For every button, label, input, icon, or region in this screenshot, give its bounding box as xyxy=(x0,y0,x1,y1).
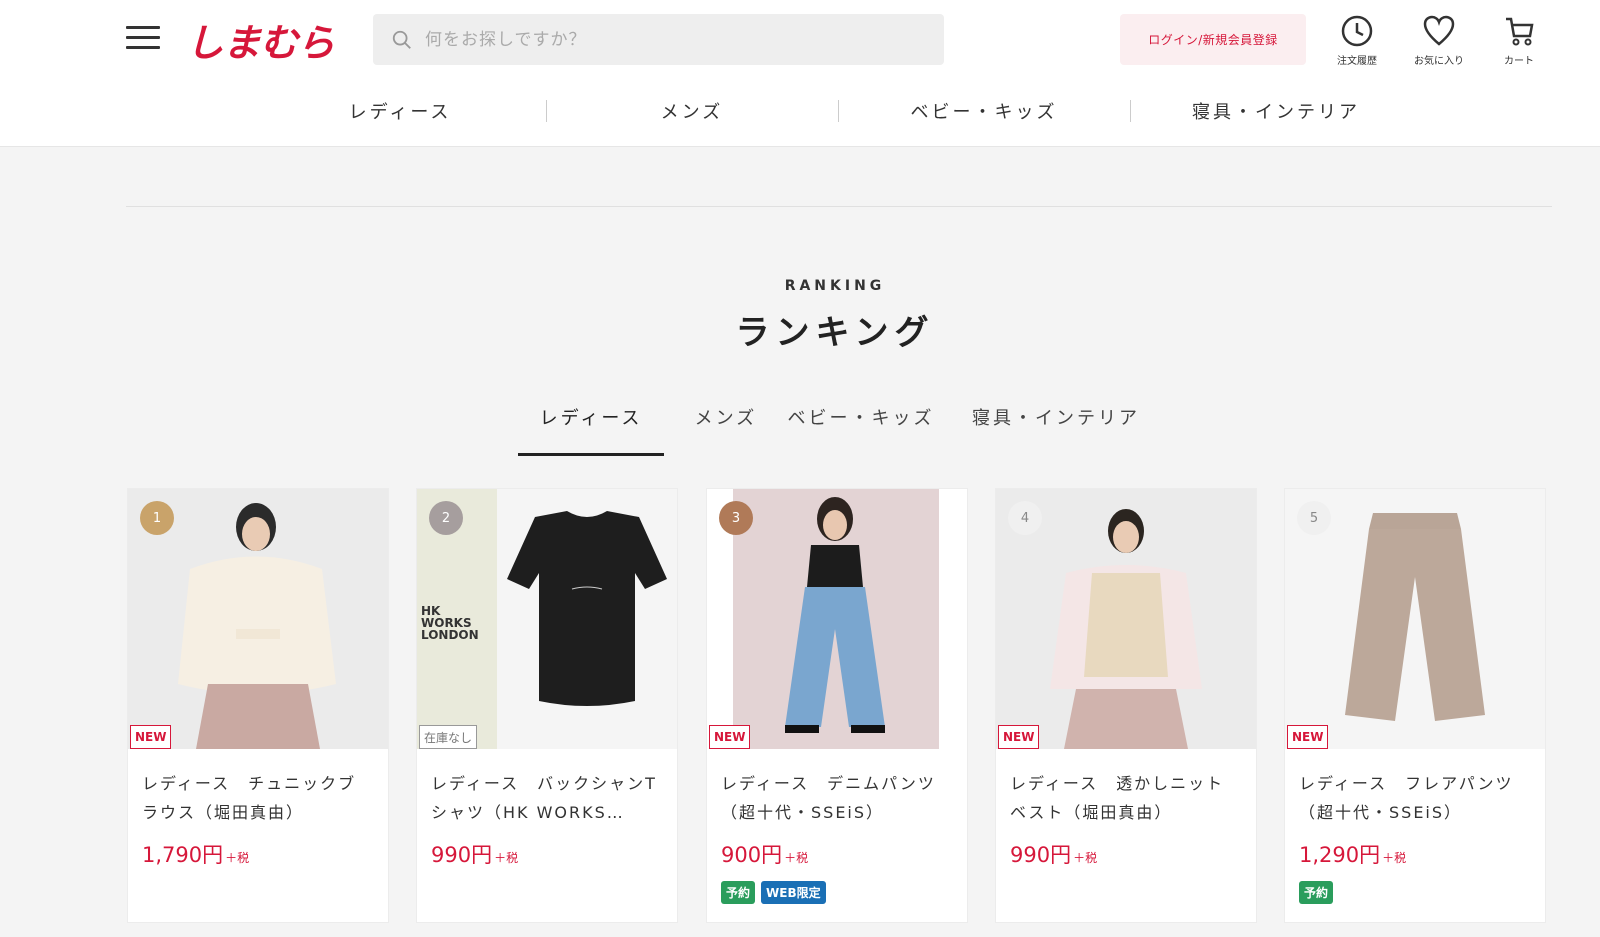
tab-baby-kids[interactable]: ベビー・キッズ xyxy=(786,398,936,456)
search-bar[interactable] xyxy=(373,14,944,65)
product-name[interactable]: レディース チュニックブラウス（堀田真由） xyxy=(142,769,374,827)
product-image[interactable]: 4 NEW xyxy=(996,489,1256,749)
product-name[interactable]: レディース フレアパンツ（超十代・SSEiS） xyxy=(1299,769,1531,827)
site-header: しまむら ログイン/新規会員登録 注文履歴 お気に入り カート レディース メン… xyxy=(0,0,1600,147)
price-tax: ＋税 xyxy=(784,851,809,865)
product-price: 990円 ＋税 xyxy=(431,839,663,869)
product-image[interactable]: 3 NEW xyxy=(707,489,967,749)
product-name[interactable]: レディース バックシャンTシャツ（HK WORKS… xyxy=(431,769,663,827)
new-tag: NEW xyxy=(130,725,172,749)
product-labels: 予約 WEB限定 xyxy=(721,881,953,904)
brand-text: HK WORKS LONDON xyxy=(421,604,479,642)
rank-badge: 5 xyxy=(1297,501,1331,535)
ranking-tabs: レディース メンズ ベビー・キッズ 寝具・インテリア xyxy=(0,398,1600,458)
gnav-ladies[interactable]: レディース xyxy=(254,90,546,132)
gnav-baby-kids[interactable]: ベビー・キッズ xyxy=(838,90,1130,132)
rank-badge: 4 xyxy=(1008,501,1042,535)
rank-badge: 3 xyxy=(719,501,753,535)
product-price: 1,790円 ＋税 xyxy=(142,839,374,869)
product-name[interactable]: レディース デニムパンツ（超十代・SSEiS） xyxy=(721,769,953,827)
tab-bedding-interior[interactable]: 寝具・インテリア xyxy=(966,398,1146,456)
new-tag: NEW xyxy=(709,725,751,749)
history-icon xyxy=(1341,15,1373,47)
cart-label: カート xyxy=(1504,56,1534,67)
out-of-stock-tag: 在庫なし xyxy=(419,725,478,749)
web-only-label: WEB限定 xyxy=(761,881,826,904)
cart-icon xyxy=(1506,17,1534,46)
price-value: 1,790円 xyxy=(142,843,224,867)
product-price: 990円 ＋税 xyxy=(1010,839,1242,869)
ranking-eyebrow: RANKING xyxy=(784,278,886,294)
order-history-button[interactable]: 注文履歴 xyxy=(1322,14,1392,67)
search-input[interactable] xyxy=(425,29,905,50)
product-name[interactable]: レディース 透かしニットベスト（堀田真由） xyxy=(1010,769,1242,827)
favorites-button[interactable]: お気に入り xyxy=(1404,14,1474,67)
product-card[interactable]: 1 NEW レディース チュニックブラウス（堀田真由） 1,790円 ＋税 xyxy=(127,488,389,923)
preorder-label: 予約 xyxy=(721,881,756,904)
gnav-bedding-interior[interactable]: 寝具・インテリア xyxy=(1130,90,1422,132)
product-card[interactable]: 3 NEW レディース デニムパンツ（超十代・SSEiS） 900円 ＋税 予約 … xyxy=(706,488,968,923)
gnav-mens[interactable]: メンズ xyxy=(546,90,838,132)
ranking-title: ランキング xyxy=(735,313,935,353)
product-card[interactable]: 5 NEW レディース フレアパンツ（超十代・SSEiS） 1,290円 ＋税 予… xyxy=(1284,488,1546,923)
product-image[interactable]: 1 NEW xyxy=(128,489,388,749)
product-price: 1,290円 ＋税 xyxy=(1299,839,1531,869)
price-value: 1,290円 xyxy=(1299,843,1381,867)
new-tag: NEW xyxy=(1287,725,1329,749)
favorites-label: お気に入り xyxy=(1414,56,1464,67)
cart-button[interactable]: カート xyxy=(1484,14,1554,67)
search-icon xyxy=(392,30,411,49)
rank-badge: 1 xyxy=(140,501,174,535)
product-image[interactable]: 5 NEW xyxy=(1285,489,1545,749)
section-divider xyxy=(126,206,1552,207)
rank-badge: 2 xyxy=(429,501,463,535)
login-register-button[interactable]: ログイン/新規会員登録 xyxy=(1120,14,1306,65)
product-card[interactable]: HK WORKS LONDON 2 在庫なし レディース バックシャンTシャツ（… xyxy=(416,488,678,923)
price-value: 990円 xyxy=(1010,843,1072,867)
site-logo[interactable]: しまむら xyxy=(186,12,335,67)
preorder-label: 予約 xyxy=(1299,881,1334,904)
price-tax: ＋税 xyxy=(494,851,519,865)
order-history-label: 注文履歴 xyxy=(1337,56,1377,67)
tab-mens[interactable]: メンズ xyxy=(676,398,776,456)
price-value: 990円 xyxy=(431,843,493,867)
product-image[interactable]: HK WORKS LONDON 2 在庫なし xyxy=(417,489,677,749)
price-tax: ＋税 xyxy=(225,851,250,865)
product-labels: 予約 xyxy=(1299,881,1531,904)
hamburger-menu-icon[interactable] xyxy=(126,26,160,54)
global-nav: レディース メンズ ベビー・キッズ 寝具・インテリア xyxy=(0,90,1600,132)
product-price: 900円 ＋税 xyxy=(721,839,953,869)
price-value: 900円 xyxy=(721,843,783,867)
tab-ladies[interactable]: レディース xyxy=(518,398,664,456)
new-tag: NEW xyxy=(998,725,1040,749)
price-tax: ＋税 xyxy=(1382,851,1407,865)
product-card[interactable]: 4 NEW レディース 透かしニットベスト（堀田真由） 990円 ＋税 xyxy=(995,488,1257,923)
heart-icon xyxy=(1423,15,1455,46)
price-tax: ＋税 xyxy=(1073,851,1098,865)
